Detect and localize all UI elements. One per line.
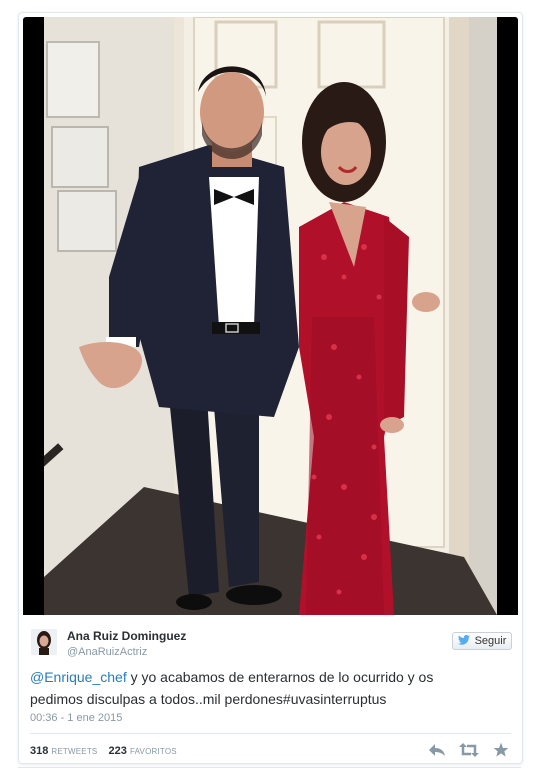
star-icon[interactable]: [490, 741, 512, 759]
twitter-bird-icon: [457, 634, 470, 648]
bottom-divider: [18, 767, 521, 768]
photo-image: [44, 17, 497, 615]
divider: [30, 733, 511, 734]
tweet-text: @Enrique_chef y yo acabamos de enterarno…: [30, 666, 510, 710]
follow-button[interactable]: Seguir: [452, 632, 512, 650]
author-handle[interactable]: @AnaRuizActriz: [67, 646, 147, 658]
follow-label: Seguir: [474, 635, 507, 647]
retweets-count[interactable]: 318: [30, 745, 48, 757]
tweet-text-line-1: y yo acabamos de enterarnos de lo ocurri…: [126, 669, 434, 685]
retweet-icon[interactable]: [458, 741, 480, 759]
favorites-count[interactable]: 223: [109, 745, 127, 757]
author-name[interactable]: Ana Ruiz Dominguez: [67, 629, 186, 643]
mention-link[interactable]: @Enrique_chef: [30, 669, 127, 685]
author-avatar[interactable]: [31, 629, 57, 655]
reply-icon[interactable]: [426, 741, 448, 759]
tweet-timestamp[interactable]: 00:36 - 1 ene 2015: [30, 712, 122, 724]
retweets-label: RETWEETS: [51, 747, 98, 756]
tweet-stats: 318 RETWEETS 223 FAVORITOS: [30, 745, 185, 757]
tweet-card: Ana Ruiz Dominguez @AnaRuizActriz Seguir…: [18, 12, 523, 764]
tweet-photo[interactable]: [23, 17, 518, 615]
favorites-label: FAVORITOS: [129, 747, 177, 756]
tweet-text-line-2: pedimos disculpas a todos..mil perdones#…: [30, 691, 387, 707]
tweet-body: Ana Ruiz Dominguez @AnaRuizActriz Seguir…: [19, 619, 522, 763]
tweet-actions: [426, 741, 512, 759]
